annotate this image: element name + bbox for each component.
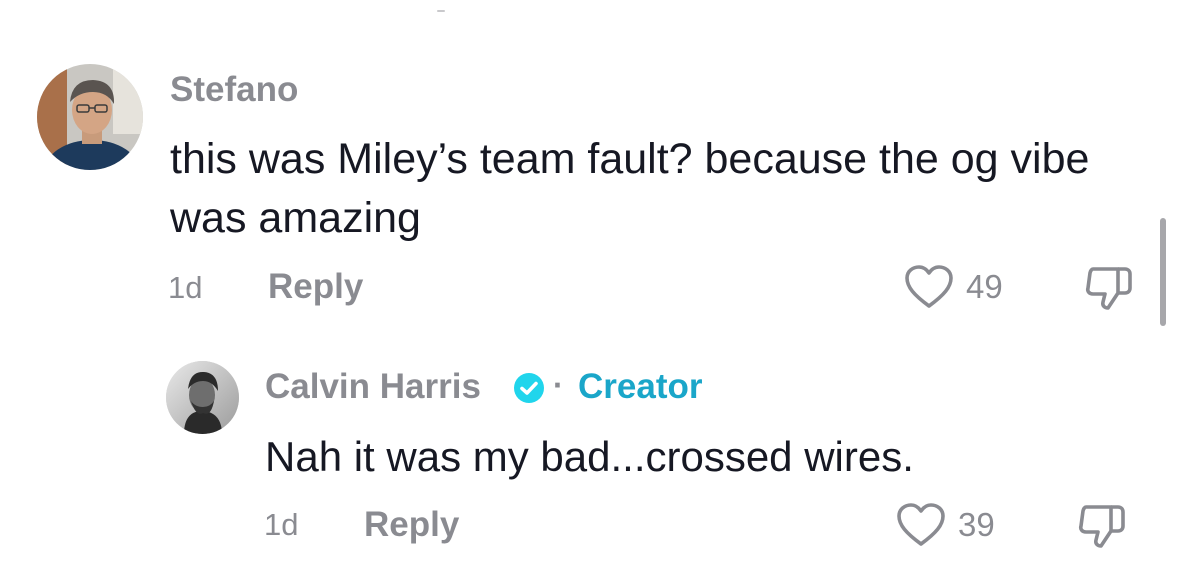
reply-button[interactable]: Reply xyxy=(268,267,363,307)
separator-dot: · xyxy=(553,367,564,403)
creator-badge: Creator xyxy=(578,367,703,406)
thumbs-down-outline-icon xyxy=(1085,267,1132,310)
avatar[interactable] xyxy=(37,64,143,170)
comment-timestamp: 1d xyxy=(264,507,299,542)
top-divider-mark xyxy=(437,10,445,12)
comment-text: this was Miley’s team fault? because the… xyxy=(170,135,1090,242)
comment-text: Nah it was my bad...crossed wires. xyxy=(265,433,914,480)
like-count: 49 xyxy=(966,268,1003,305)
verified-check-icon xyxy=(513,372,545,409)
reply-button[interactable]: Reply xyxy=(364,505,459,545)
dislike-button[interactable] xyxy=(1084,264,1134,317)
avatar[interactable] xyxy=(166,361,239,434)
avatar-image xyxy=(37,64,143,170)
comment-username[interactable]: Stefano xyxy=(170,70,298,110)
scrollbar[interactable] xyxy=(1160,218,1166,326)
avatar-image xyxy=(166,361,239,434)
comment-username[interactable]: Calvin Harris xyxy=(265,367,481,407)
like-button[interactable]: 49 xyxy=(904,264,1003,310)
like-count: 39 xyxy=(958,506,995,543)
heart-outline-icon xyxy=(897,503,945,546)
comment-timestamp: 1d xyxy=(168,270,203,305)
dislike-button[interactable] xyxy=(1077,502,1127,555)
heart-outline-icon xyxy=(905,265,953,308)
like-button[interactable]: 39 xyxy=(896,502,995,548)
thumbs-down-outline-icon xyxy=(1078,505,1125,548)
